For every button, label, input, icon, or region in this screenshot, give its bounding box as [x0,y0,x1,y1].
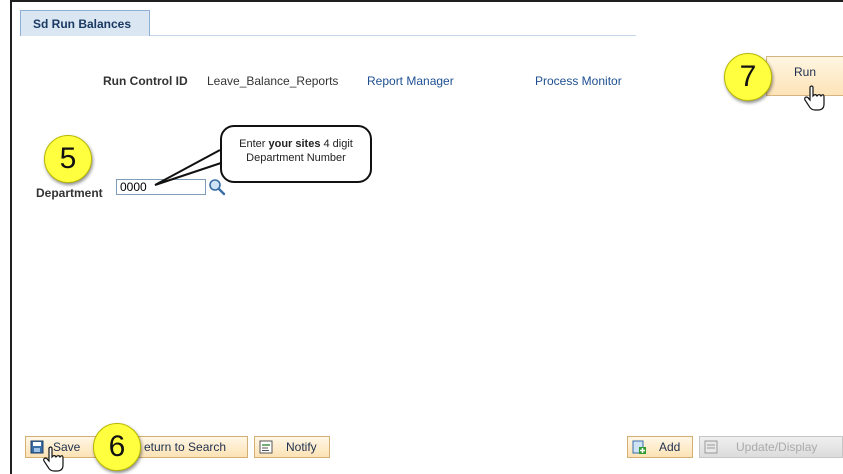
step-6-callout: 6 [93,423,141,471]
run-control-id-value: Leave_Balance_Reports [207,74,339,88]
department-label: Department [36,186,103,200]
add-button-label: Add [659,440,681,454]
step-5-callout: 5 [44,135,92,183]
update-display-button: Update/Display [699,436,843,458]
add-icon [632,440,646,454]
hand-cursor-icon [804,85,825,111]
report-manager-link[interactable]: Report Manager [367,74,454,88]
tooltip-line1: Enter your sites 4 digit [239,138,353,150]
step-7-callout: 7 [724,53,772,101]
notify-icon [259,440,273,454]
tab-sd-run-balances[interactable]: Sd Run Balances [20,10,150,36]
process-monitor-link[interactable]: Process Monitor [535,74,622,88]
tab-label: Sd Run Balances [33,17,132,31]
tooltip-bubble: Enter your sites 4 digit Department Numb… [220,125,372,183]
page-frame [10,0,843,474]
hand-cursor-icon [43,446,64,472]
return-to-search-label: eturn to Search [144,440,227,454]
notify-button[interactable]: Notify [254,436,330,458]
notify-button-label: Notify [286,440,317,454]
update-icon [704,440,718,454]
add-button[interactable]: Add [627,436,693,458]
save-button[interactable]: Save [25,436,103,458]
update-display-label: Update/Display [736,440,818,454]
run-button-label: Run [793,65,816,79]
tooltip-line2: Department Number [246,152,346,164]
run-control-id-label: Run Control ID [103,74,188,88]
tab-underline [150,35,636,36]
